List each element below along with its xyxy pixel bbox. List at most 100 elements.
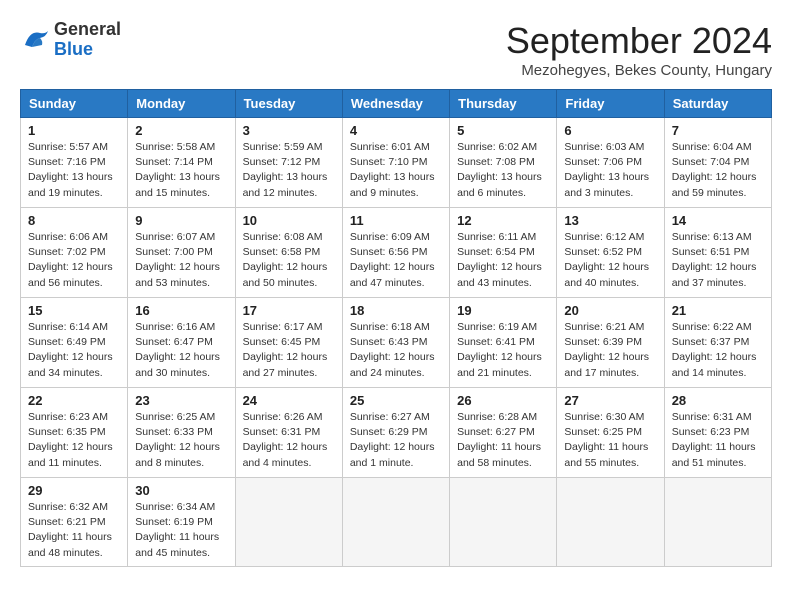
day-detail: Sunrise: 6:30 AMSunset: 6:25 PMDaylight:… [564, 410, 656, 471]
calendar-cell: 17 Sunrise: 6:17 AMSunset: 6:45 PMDayligh… [235, 298, 342, 388]
day-detail: Sunrise: 6:27 AMSunset: 6:29 PMDaylight:… [350, 410, 442, 471]
day-detail: Sunrise: 5:59 AMSunset: 7:12 PMDaylight:… [243, 140, 335, 201]
day-number: 24 [243, 393, 335, 408]
day-detail: Sunrise: 6:14 AMSunset: 6:49 PMDaylight:… [28, 320, 120, 381]
day-number: 25 [350, 393, 442, 408]
day-number: 27 [564, 393, 656, 408]
calendar-cell: 25 Sunrise: 6:27 AMSunset: 6:29 PMDayligh… [342, 388, 449, 478]
day-detail: Sunrise: 6:02 AMSunset: 7:08 PMDaylight:… [457, 140, 549, 201]
calendar-cell: 10Sunrise: 6:08 AMSunset: 6:58 PMDayligh… [235, 208, 342, 298]
day-number: 6 [564, 123, 656, 138]
day-detail: Sunrise: 6:03 AMSunset: 7:06 PMDaylight:… [564, 140, 656, 201]
col-friday: Friday [557, 90, 664, 118]
calendar-cell: 16 Sunrise: 6:16 AMSunset: 6:47 PMDayligh… [128, 298, 235, 388]
col-sunday: Sunday [21, 90, 128, 118]
calendar-cell: 14 Sunrise: 6:13 AMSunset: 6:51 PMDayligh… [664, 208, 771, 298]
day-number: 30 [135, 483, 227, 498]
calendar-cell [235, 478, 342, 567]
day-detail: Sunrise: 6:22 AMSunset: 6:37 PMDaylight:… [672, 320, 764, 381]
week-row-2: 8 Sunrise: 6:06 AMSunset: 7:02 PMDaylight… [21, 208, 772, 298]
logo-bird-icon [20, 25, 50, 55]
week-row-5: 29 Sunrise: 6:32 AMSunset: 6:21 PMDayligh… [21, 478, 772, 567]
day-detail: Sunrise: 6:32 AMSunset: 6:21 PMDaylight:… [28, 500, 120, 561]
day-number: 11 [350, 213, 442, 228]
day-detail: Sunrise: 6:21 AMSunset: 6:39 PMDaylight:… [564, 320, 656, 381]
calendar-cell: 22Sunrise: 6:23 AMSunset: 6:35 PMDayligh… [21, 388, 128, 478]
calendar-cell: 23 Sunrise: 6:25 AMSunset: 6:33 PMDayligh… [128, 388, 235, 478]
day-number: 12 [457, 213, 549, 228]
calendar-cell [557, 478, 664, 567]
calendar-cell: 12 Sunrise: 6:11 AMSunset: 6:54 PMDayligh… [450, 208, 557, 298]
day-number: 28 [672, 393, 764, 408]
calendar-cell: 6 Sunrise: 6:03 AMSunset: 7:06 PMDaylight… [557, 118, 664, 208]
day-number: 14 [672, 213, 764, 228]
day-number: 9 [135, 213, 227, 228]
calendar-cell: 24Sunrise: 6:26 AMSunset: 6:31 PMDayligh… [235, 388, 342, 478]
month-title: September 2024 [506, 20, 772, 62]
week-row-4: 22Sunrise: 6:23 AMSunset: 6:35 PMDayligh… [21, 388, 772, 478]
day-detail: Sunrise: 6:06 AMSunset: 7:02 PMDaylight:… [28, 230, 120, 291]
calendar-cell: 26 Sunrise: 6:28 AMSunset: 6:27 PMDayligh… [450, 388, 557, 478]
day-number: 15 [28, 303, 120, 318]
day-number: 26 [457, 393, 549, 408]
calendar-cell [450, 478, 557, 567]
day-number: 19 [457, 303, 549, 318]
calendar-cell [664, 478, 771, 567]
day-number: 3 [243, 123, 335, 138]
day-number: 2 [135, 123, 227, 138]
day-detail: Sunrise: 6:04 AMSunset: 7:04 PMDaylight:… [672, 140, 764, 201]
col-thursday: Thursday [450, 90, 557, 118]
calendar-cell: 30 Sunrise: 6:34 AMSunset: 6:19 PMDayligh… [128, 478, 235, 567]
logo: General Blue [20, 20, 121, 60]
day-number: 29 [28, 483, 120, 498]
day-detail: Sunrise: 6:31 AMSunset: 6:23 PMDaylight:… [672, 410, 764, 471]
calendar-cell: 20 Sunrise: 6:21 AMSunset: 6:39 PMDayligh… [557, 298, 664, 388]
day-number: 20 [564, 303, 656, 318]
day-number: 16 [135, 303, 227, 318]
day-number: 18 [350, 303, 442, 318]
logo-text: General Blue [54, 20, 121, 60]
day-number: 5 [457, 123, 549, 138]
day-number: 8 [28, 213, 120, 228]
calendar-cell: 18 Sunrise: 6:18 AMSunset: 6:43 PMDayligh… [342, 298, 449, 388]
calendar-cell: 1Sunrise: 5:57 AMSunset: 7:16 PMDaylight… [21, 118, 128, 208]
day-number: 13 [564, 213, 656, 228]
calendar-header-row: Sunday Monday Tuesday Wednesday Thursday… [21, 90, 772, 118]
week-row-3: 15 Sunrise: 6:14 AMSunset: 6:49 PMDayligh… [21, 298, 772, 388]
col-wednesday: Wednesday [342, 90, 449, 118]
day-detail: Sunrise: 6:01 AMSunset: 7:10 PMDaylight:… [350, 140, 442, 201]
day-detail: Sunrise: 6:11 AMSunset: 6:54 PMDaylight:… [457, 230, 549, 291]
day-number: 7 [672, 123, 764, 138]
calendar-cell: 4 Sunrise: 6:01 AMSunset: 7:10 PMDaylight… [342, 118, 449, 208]
calendar-cell: 19Sunrise: 6:19 AMSunset: 6:41 PMDayligh… [450, 298, 557, 388]
calendar-cell: 27 Sunrise: 6:30 AMSunset: 6:25 PMDayligh… [557, 388, 664, 478]
day-detail: Sunrise: 6:16 AMSunset: 6:47 PMDaylight:… [135, 320, 227, 381]
day-detail: Sunrise: 6:13 AMSunset: 6:51 PMDaylight:… [672, 230, 764, 291]
day-detail: Sunrise: 6:07 AMSunset: 7:00 PMDaylight:… [135, 230, 227, 291]
calendar-cell: 11Sunrise: 6:09 AMSunset: 6:56 PMDayligh… [342, 208, 449, 298]
calendar-table: Sunday Monday Tuesday Wednesday Thursday… [20, 89, 772, 567]
day-detail: Sunrise: 6:17 AMSunset: 6:45 PMDaylight:… [243, 320, 335, 381]
calendar-cell: 15 Sunrise: 6:14 AMSunset: 6:49 PMDayligh… [21, 298, 128, 388]
day-number: 1 [28, 123, 120, 138]
day-number: 17 [243, 303, 335, 318]
calendar-cell: 13 Sunrise: 6:12 AMSunset: 6:52 PMDayligh… [557, 208, 664, 298]
col-monday: Monday [128, 90, 235, 118]
day-number: 23 [135, 393, 227, 408]
day-number: 10 [243, 213, 335, 228]
location: Mezohegyes, Bekes County, Hungary [506, 62, 772, 79]
calendar-cell: 29 Sunrise: 6:32 AMSunset: 6:21 PMDayligh… [21, 478, 128, 567]
day-detail: Sunrise: 6:25 AMSunset: 6:33 PMDaylight:… [135, 410, 227, 471]
calendar-cell: 2 Sunrise: 5:58 AMSunset: 7:14 PMDaylight… [128, 118, 235, 208]
day-detail: Sunrise: 6:18 AMSunset: 6:43 PMDaylight:… [350, 320, 442, 381]
day-detail: Sunrise: 6:23 AMSunset: 6:35 PMDaylight:… [28, 410, 120, 471]
week-row-1: 1Sunrise: 5:57 AMSunset: 7:16 PMDaylight… [21, 118, 772, 208]
col-tuesday: Tuesday [235, 90, 342, 118]
col-saturday: Saturday [664, 90, 771, 118]
day-detail: Sunrise: 5:58 AMSunset: 7:14 PMDaylight:… [135, 140, 227, 201]
day-detail: Sunrise: 6:28 AMSunset: 6:27 PMDaylight:… [457, 410, 549, 471]
day-number: 4 [350, 123, 442, 138]
day-detail: Sunrise: 6:34 AMSunset: 6:19 PMDaylight:… [135, 500, 227, 561]
page-header: General Blue September 2024 Mezohegyes, … [20, 20, 772, 79]
day-detail: Sunrise: 6:12 AMSunset: 6:52 PMDaylight:… [564, 230, 656, 291]
